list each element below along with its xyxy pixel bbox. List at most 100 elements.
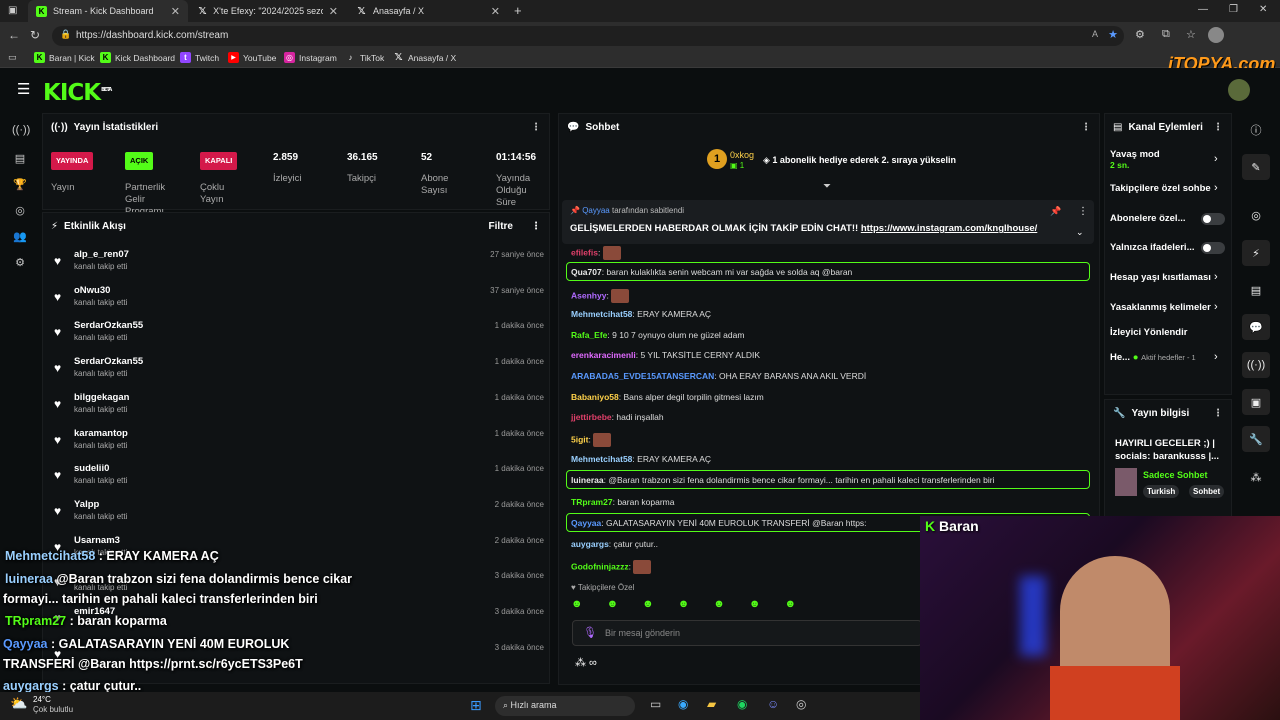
back-icon[interactable]: ← xyxy=(8,28,20,42)
file-explorer-icon[interactable]: ▰ xyxy=(707,697,716,711)
tab-actions-icon[interactable]: ▣ xyxy=(8,5,17,16)
activity-user[interactable]: Usarnam3 xyxy=(74,535,120,546)
document-icon[interactable]: ▤ xyxy=(1242,277,1270,303)
followers-only-setting[interactable]: Takipçilere özel sohbe xyxy=(1110,183,1211,194)
more-options-icon[interactable]: ⋮ xyxy=(531,122,541,133)
more-options-icon[interactable]: ⋮ xyxy=(1078,206,1088,217)
user-avatar[interactable] xyxy=(1228,79,1250,101)
account-age-setting[interactable]: Hesap yaşı kısıtlaması xyxy=(1110,272,1211,283)
profile-avatar[interactable] xyxy=(1208,27,1224,43)
bookmark-kick-dashboard[interactable]: K Kick Dashboard xyxy=(100,52,175,63)
chat-username[interactable]: luineraa xyxy=(571,475,604,485)
bookmark-baran-kick[interactable]: K Baran | Kick xyxy=(34,52,95,63)
new-tab-button[interactable]: + xyxy=(514,3,522,18)
menu-icon[interactable]: ☰ xyxy=(17,80,30,98)
bookmark-twitch[interactable]: t Twitch xyxy=(180,52,219,63)
task-view-icon[interactable]: ▭ xyxy=(650,697,661,711)
activity-user[interactable]: karamantop xyxy=(74,428,128,439)
chat-username[interactable]: Rafa_Efe xyxy=(571,330,607,340)
activity-user[interactable]: alp_e_ren07 xyxy=(74,249,129,260)
chevron-right-icon[interactable]: › xyxy=(1214,271,1218,283)
more-options-icon[interactable]: ⋮ xyxy=(1213,122,1223,133)
more-options-icon[interactable]: ⋮ xyxy=(531,221,541,232)
tab-anasayfa-x[interactable]: 𝕏 Anasayfa / X ✕ xyxy=(348,0,508,22)
chat-username[interactable]: erenkaracimenli xyxy=(571,350,636,360)
windows-start-icon[interactable]: ⊞ xyxy=(470,697,482,714)
favorite-star-icon[interactable]: ★ xyxy=(1108,28,1118,41)
edge-icon[interactable]: ◉ xyxy=(678,697,688,711)
kick-logo[interactable]: KICKBETA xyxy=(43,80,112,106)
emotes-only-toggle[interactable] xyxy=(1201,242,1225,254)
activity-user[interactable]: oNwu30 xyxy=(74,285,110,296)
chevron-right-icon[interactable]: › xyxy=(1214,301,1218,313)
url-input[interactable]: 🔒 https://dashboard.kick.com/stream A ★ xyxy=(52,26,1124,46)
extensions-icon[interactable]: ⁂ xyxy=(1242,464,1270,490)
bookmark-youtube[interactable]: ▶ YouTube xyxy=(228,52,276,63)
chevron-right-icon[interactable]: › xyxy=(1214,351,1218,363)
weather-icon[interactable]: ⛅ xyxy=(10,695,27,712)
activity-user[interactable]: Yalpp xyxy=(74,499,99,510)
raid-setting[interactable]: İzleyici Yönlendir xyxy=(1110,327,1187,338)
tag-chip[interactable]: Turkish xyxy=(1143,485,1180,498)
filter-button[interactable]: Filtre xyxy=(489,221,513,232)
category-name[interactable]: Sadece Sohbet xyxy=(1143,470,1208,480)
wrench-icon[interactable]: 🔧 xyxy=(1242,426,1270,452)
chat-username[interactable]: Qua707 xyxy=(571,267,602,277)
chat-username[interactable]: auygargs xyxy=(571,539,609,549)
tab-kick-dashboard[interactable]: K Stream - Kick Dashboard ✕ xyxy=(28,0,188,22)
chat-username[interactable]: jjettirbebe xyxy=(571,412,612,422)
bookmark-tiktok[interactable]: ♪ TikTok xyxy=(345,52,385,63)
split-screen-icon[interactable]: ⧉ xyxy=(1162,28,1170,41)
banned-words-setting[interactable]: Yasaklanmış kelimeler xyxy=(1110,302,1211,313)
chat-settings-icon[interactable]: ⁂ ∞ xyxy=(575,656,597,669)
chat-icon[interactable]: 💬 xyxy=(1242,314,1270,340)
chat-username[interactable]: efilefis xyxy=(571,247,598,257)
activity-user[interactable]: SerdarOzkan55 xyxy=(74,320,143,331)
chat-username[interactable]: Mehmetcihat58 xyxy=(571,454,632,464)
maximize-button[interactable]: ❐ xyxy=(1229,4,1238,15)
camera-icon[interactable]: ◎ xyxy=(1242,202,1270,228)
obs-icon[interactable]: ◎ xyxy=(796,697,806,711)
edit-icon[interactable]: ✎ xyxy=(1242,154,1270,180)
chat-username[interactable]: Godofninjazzz xyxy=(571,561,629,571)
moderation-icon[interactable]: ◎ xyxy=(12,204,28,220)
emote-bar[interactable]: ☻☻☻☻☻☻☻ xyxy=(571,598,921,614)
stream-icon[interactable]: ((·)) xyxy=(12,124,30,140)
trophy-icon[interactable]: 🏆 xyxy=(12,178,28,194)
close-icon[interactable]: ✕ xyxy=(329,5,338,18)
mic-icon[interactable]: 🎙 xyxy=(583,626,597,639)
more-options-icon[interactable]: ⋮ xyxy=(1081,122,1091,133)
activity-user[interactable]: bilggekagan xyxy=(74,392,129,403)
collapse-icon[interactable]: ⏷ xyxy=(823,181,831,192)
chat-username[interactable]: Mehmetcihat58 xyxy=(571,309,632,319)
tab-x-efexy[interactable]: 𝕏 X'te Efexy: "2024/2025 sezonund ✕ xyxy=(190,0,346,22)
bookmark-anasayfa-x[interactable]: 𝕏 Anasayfa / X xyxy=(393,52,456,63)
close-icon[interactable]: ✕ xyxy=(491,5,500,18)
subscribers-only-toggle[interactable] xyxy=(1201,213,1225,225)
bookmarks-icon[interactable]: ▭ xyxy=(8,52,17,63)
chevron-right-icon[interactable]: › xyxy=(1214,153,1218,165)
chat-username[interactable]: 5igit xyxy=(571,434,588,444)
window-close-button[interactable]: ✕ xyxy=(1259,4,1267,15)
chat-input[interactable]: 🎙 Bir mesaj gönderin xyxy=(572,620,922,646)
tag-chip[interactable]: Sohbet xyxy=(1189,485,1225,498)
bolt-icon[interactable]: ⚡ xyxy=(1242,240,1270,266)
spotify-icon[interactable]: ◉ xyxy=(737,697,747,711)
pinned-link[interactable]: https://www.instagram.com/knglhouse/ xyxy=(861,223,1037,234)
extensions-icon[interactable]: ⚙ xyxy=(1135,28,1145,41)
chat-username[interactable]: Babaniyo58 xyxy=(571,392,619,402)
goals-setting[interactable]: He... ● Aktif hedefler - 1 xyxy=(1110,352,1196,363)
discord-icon[interactable]: ☺ xyxy=(767,697,779,711)
read-aloud-icon[interactable]: A xyxy=(1092,29,1098,39)
chat-username[interactable]: Qayyaa xyxy=(571,518,601,528)
chevron-down-icon[interactable]: ⌄ xyxy=(1076,227,1084,238)
pin-icon[interactable]: 📌 xyxy=(1050,206,1061,217)
chat-username[interactable]: TRpram27 xyxy=(571,497,613,507)
search-box[interactable]: ⌕ Hızlı arama xyxy=(495,696,635,716)
more-options-icon[interactable]: ⋮ xyxy=(1213,408,1223,419)
dashboard-icon[interactable]: ▤ xyxy=(12,152,28,168)
refresh-icon[interactable]: ↻ xyxy=(30,28,40,42)
chat-username[interactable]: ARABADA5_EVDE15ATANSERCAN xyxy=(571,371,714,381)
minimize-button[interactable]: — xyxy=(1198,4,1208,15)
settings-icon[interactable]: ⚙ xyxy=(12,256,28,272)
